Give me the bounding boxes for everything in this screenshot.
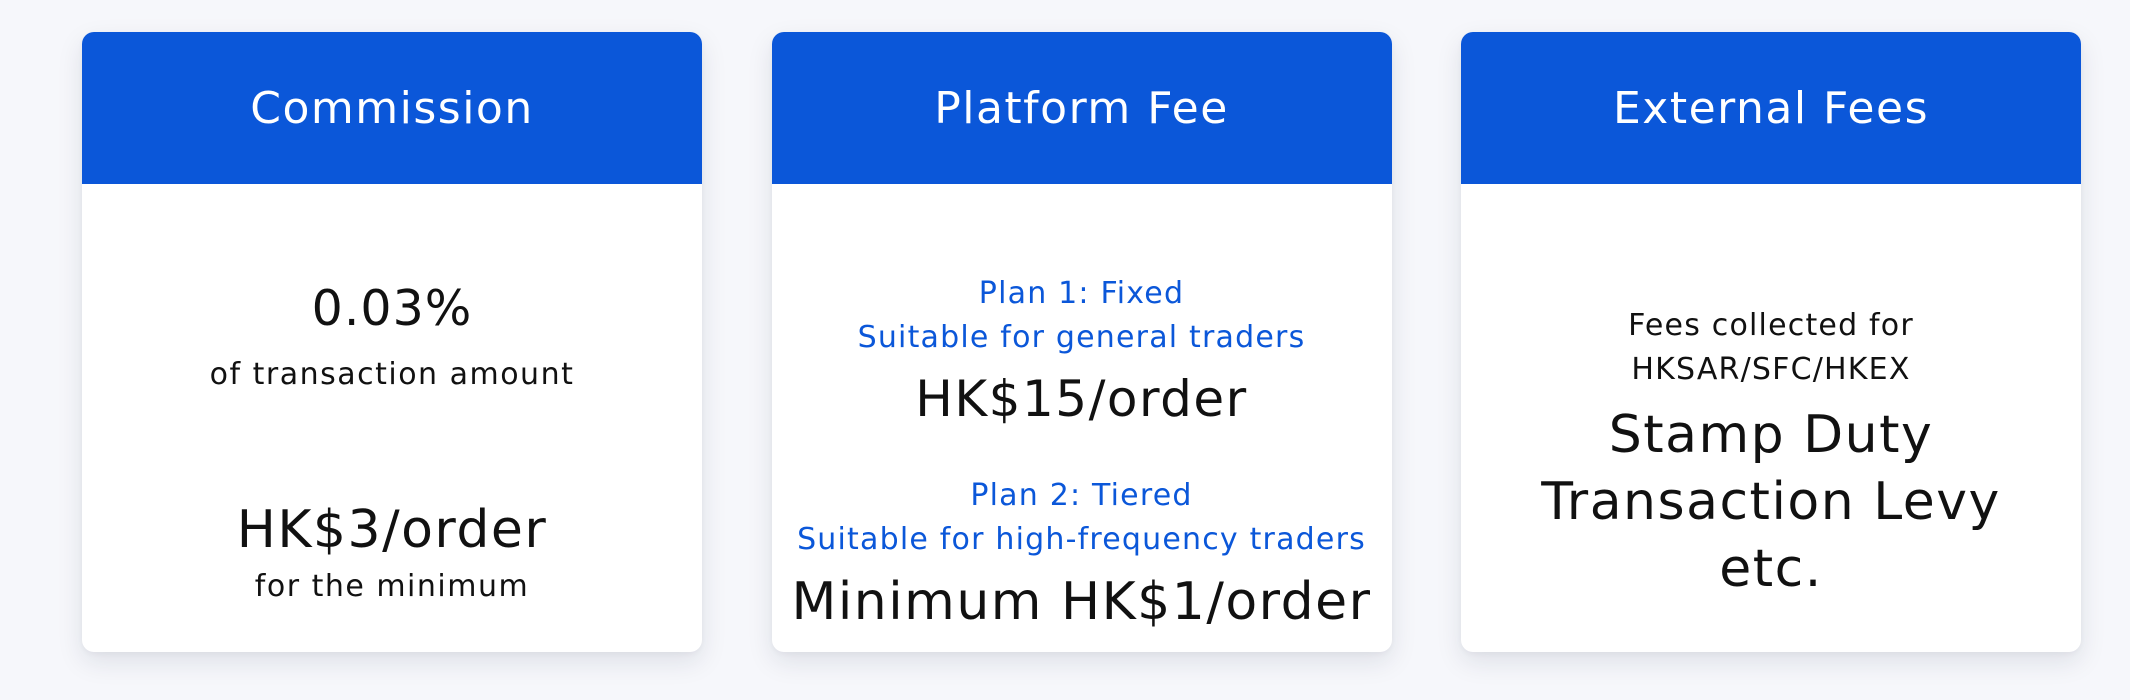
plan1-description: Suitable for general traders: [857, 320, 1306, 355]
commission-card-title: Commission: [82, 32, 702, 184]
plan1-info: Plan 1: Fixed Suitable for general trade…: [772, 272, 1392, 360]
commission-rate-note: of transaction amount: [209, 357, 575, 392]
commission-card: Commission 0.03% of transaction amount H…: [82, 32, 702, 652]
plan1-price: HK$15/order: [915, 370, 1248, 428]
external-fees-description: Fees collected for HKSAR/SFC/HKEX: [1461, 304, 2081, 392]
external-fee-item-transaction-levy: Transaction Levy: [1541, 472, 2001, 532]
external-fees-description-line1: Fees collected for: [1628, 308, 1914, 343]
commission-minimum-note: for the minimum: [254, 569, 530, 604]
plan2-description: Suitable for high-frequency traders: [797, 522, 1366, 557]
platform-fee-card-title: Platform Fee: [771, 32, 1392, 184]
external-fees-description-line2: HKSAR/SFC/HKEX: [1631, 352, 1911, 387]
external-fees-card-title: External Fees: [1461, 32, 2081, 184]
plan1-name: Plan 1: Fixed: [978, 276, 1185, 311]
commission-card-body: 0.03% of transaction amount HK$3/order f…: [82, 184, 702, 652]
commission-minimum: HK$3/order: [236, 500, 548, 560]
external-fee-item-etc: etc.: [1719, 539, 1823, 599]
platform-fee-card-body: Plan 1: Fixed Suitable for general trade…: [772, 184, 1392, 652]
plan2-price: Minimum HK$1/order: [791, 572, 1372, 632]
external-fees-card-body: Fees collected for HKSAR/SFC/HKEX Stamp …: [1461, 184, 2081, 652]
external-fees-items: Stamp Duty Transaction Levy etc.: [1461, 402, 2081, 603]
plan2-info: Plan 2: Tiered Suitable for high-frequen…: [772, 474, 1392, 562]
external-fees-card: External Fees Fees collected for HKSAR/S…: [1461, 32, 2081, 652]
external-fee-item-stamp-duty: Stamp Duty: [1608, 405, 1934, 465]
plan2-name: Plan 2: Tiered: [970, 478, 1193, 513]
fee-cards-row: Commission 0.03% of transaction amount H…: [82, 32, 2081, 652]
commission-rate: 0.03%: [311, 280, 473, 337]
platform-fee-card: Platform Fee Plan 1: Fixed Suitable for …: [771, 32, 1392, 652]
